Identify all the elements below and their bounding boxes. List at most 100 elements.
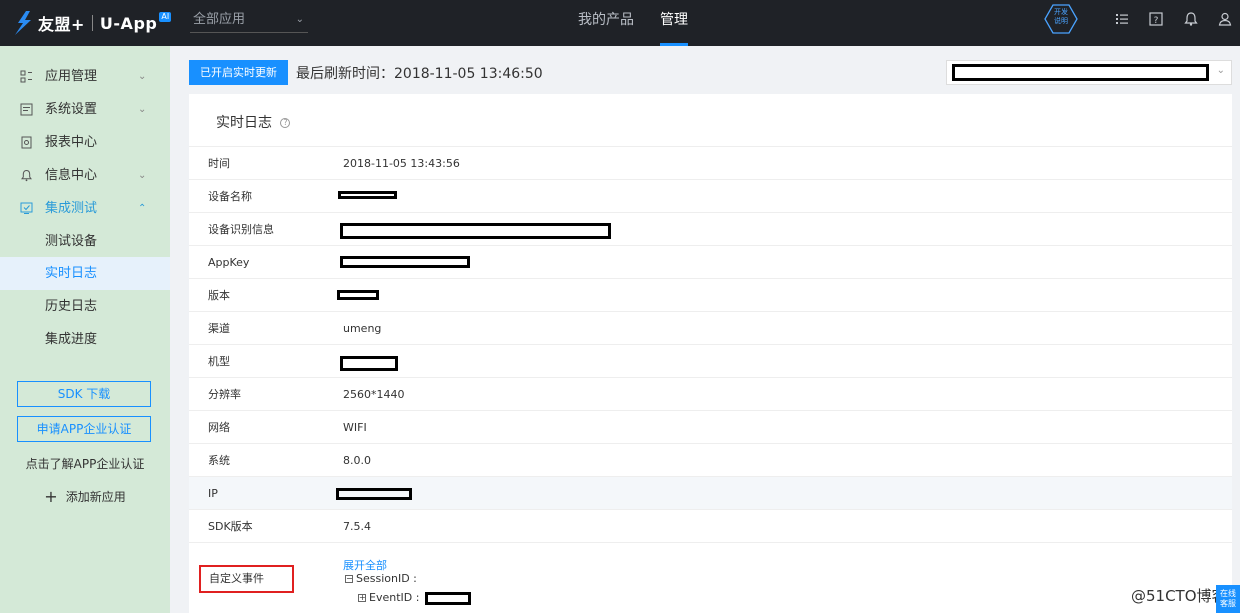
sidebar: 应用管理 ⌄ 系统设置 ⌄ 报表中心 信息中心 ⌄ 集成测试 ⌃ 测试设备 实时… [0,46,170,613]
chevron-down-icon: ⌄ [138,170,147,181]
redacted-box [337,290,379,300]
sidebar-item-app-manage[interactable]: 应用管理 ⌄ [0,60,170,93]
table-row: 网络 WIFI [189,411,1232,444]
collapse-icon[interactable]: − [345,575,353,583]
bell-icon [21,169,32,182]
realtime-log-panel: 实时日志 ? 时间 2018-11-05 13:43:56 设备名称 设备识别信… [189,94,1232,613]
svg-text:?: ? [1154,16,1159,26]
sidebar-item-label: 应用管理 [45,69,98,84]
online-service-button[interactable]: 在线 客服 [1216,585,1240,613]
plus-icon: + [44,487,58,506]
tree-node-event[interactable]: + EventID : [358,591,471,605]
sidebar-sub-integration-progress[interactable]: 集成进度 [0,323,170,356]
report-icon [21,136,32,149]
custom-event-label: 自定义事件 [199,565,294,593]
row-key: 时间 [208,157,230,170]
redacted-box [340,256,470,268]
nav-manage[interactable]: 管理 [647,0,701,46]
sidebar-item-label: 信息中心 [45,168,98,183]
sidebar-item-label: 集成测试 [45,201,98,216]
chevron-down-icon: ⌄ [138,71,147,82]
redacted-box [424,591,471,605]
row-key: 系统 [208,454,230,467]
top-bar: 友盟+ U-App AI 全部应用 ⌄ 我的产品 管理 开发 说明 ? [0,0,1240,46]
row-key: 分辨率 [208,388,241,401]
redacted-box [336,488,412,500]
row-key: AppKey [208,256,250,269]
help-icon[interactable]: ? [1148,11,1164,27]
enterprise-cert-link[interactable]: 点击了解APP企业认证 [0,455,170,472]
top-nav: 我的产品 管理 [565,0,701,46]
row-value: 8.0.0 [343,454,371,467]
redacted-box [952,64,1209,81]
table-row: 机型 [189,345,1232,378]
product-badge: AI [159,12,172,22]
realtime-refresh-button[interactable]: 已开启实时更新 [189,60,288,85]
nav-my-products[interactable]: 我的产品 [565,0,647,46]
table-row: 时间 2018-11-05 13:43:56 [189,147,1232,180]
app-selector[interactable]: 全部应用 ⌄ [190,8,308,33]
expand-icon[interactable]: + [358,594,366,602]
dev-guide-label: 开发 说明 [1054,8,1068,25]
chevron-up-icon: ⌃ [138,203,147,214]
panel-title: 实时日志 ? [216,112,291,132]
table-row: SDK版本 7.5.4 [189,510,1232,543]
list-icon[interactable] [1114,11,1130,27]
row-key: 设备识别信息 [208,223,274,236]
app-selector-value: 全部应用 [193,12,246,27]
sidebar-item-label: 系统设置 [45,102,98,117]
table-row: 渠道 umeng [189,312,1232,345]
table-row: IP [189,477,1232,510]
table-row: 系统 8.0.0 [189,444,1232,477]
row-key: 版本 [208,289,230,302]
sidebar-sub-test-device[interactable]: 测试设备 [0,225,170,258]
sidebar-item-label: 报表中心 [45,135,98,150]
row-key: 机型 [208,355,230,368]
row-value: 7.5.4 [343,520,371,533]
row-key: 网络 [208,421,230,434]
brand-name: 友盟+ [38,15,85,34]
watermark-text: @51CTO博客 [1131,587,1227,605]
add-app-label: 添加新应用 [65,490,126,504]
redacted-box [338,191,397,199]
redacted-box [340,223,611,239]
settings-icon [20,103,33,116]
redacted-box [340,356,398,371]
app-dropdown[interactable]: ⌄ [946,60,1232,85]
row-key: 设备名称 [208,190,252,203]
row-value: umeng [343,322,382,335]
sidebar-sub-history-log[interactable]: 历史日志 [0,290,170,323]
chevron-down-icon: ⌄ [295,14,304,25]
table-row: 设备识别信息 [189,213,1232,246]
enterprise-cert-button[interactable]: 申请APP企业认证 [17,416,151,442]
product-name: U-App [99,13,158,33]
help-circle-icon[interactable]: ? [280,118,291,128]
tree-node-session[interactable]: − SessionID : [345,572,417,585]
table-row: AppKey [189,246,1232,279]
sidebar-item-system-settings[interactable]: 系统设置 ⌄ [0,93,170,126]
row-key: SDK版本 [208,520,253,533]
sidebar-item-integration-test[interactable]: 集成测试 ⌃ [0,192,170,225]
row-value: WIFI [343,421,367,434]
table-row: 版本 [189,279,1232,312]
table-row: 分辨率 2560*1440 [189,378,1232,411]
panel-title-text: 实时日志 [216,115,272,131]
sidebar-item-message-center[interactable]: 信息中心 ⌄ [0,159,170,192]
row-key: IP [208,487,218,500]
row-value: 2560*1440 [343,388,405,401]
expand-all-link[interactable]: 展开全部 [343,557,387,573]
user-icon[interactable] [1217,11,1233,27]
sdk-download-button[interactable]: SDK 下载 [17,381,151,407]
sidebar-sub-realtime-log[interactable]: 实时日志 [0,257,170,290]
session-id-label: SessionID : [356,572,417,585]
brand-logo[interactable]: 友盟+ U-App AI [12,7,172,39]
add-app-link[interactable]: + 添加新应用 [0,487,170,506]
grid-icon [20,70,32,83]
table-row: 设备名称 [189,180,1232,213]
chevron-down-icon: ⌄ [138,104,147,115]
bell-icon[interactable] [1183,11,1199,27]
row-value: 2018-11-05 13:43:56 [343,157,460,170]
event-id-label: EventID : [369,591,420,604]
test-icon [20,202,33,214]
sidebar-item-report-center[interactable]: 报表中心 [0,126,170,159]
